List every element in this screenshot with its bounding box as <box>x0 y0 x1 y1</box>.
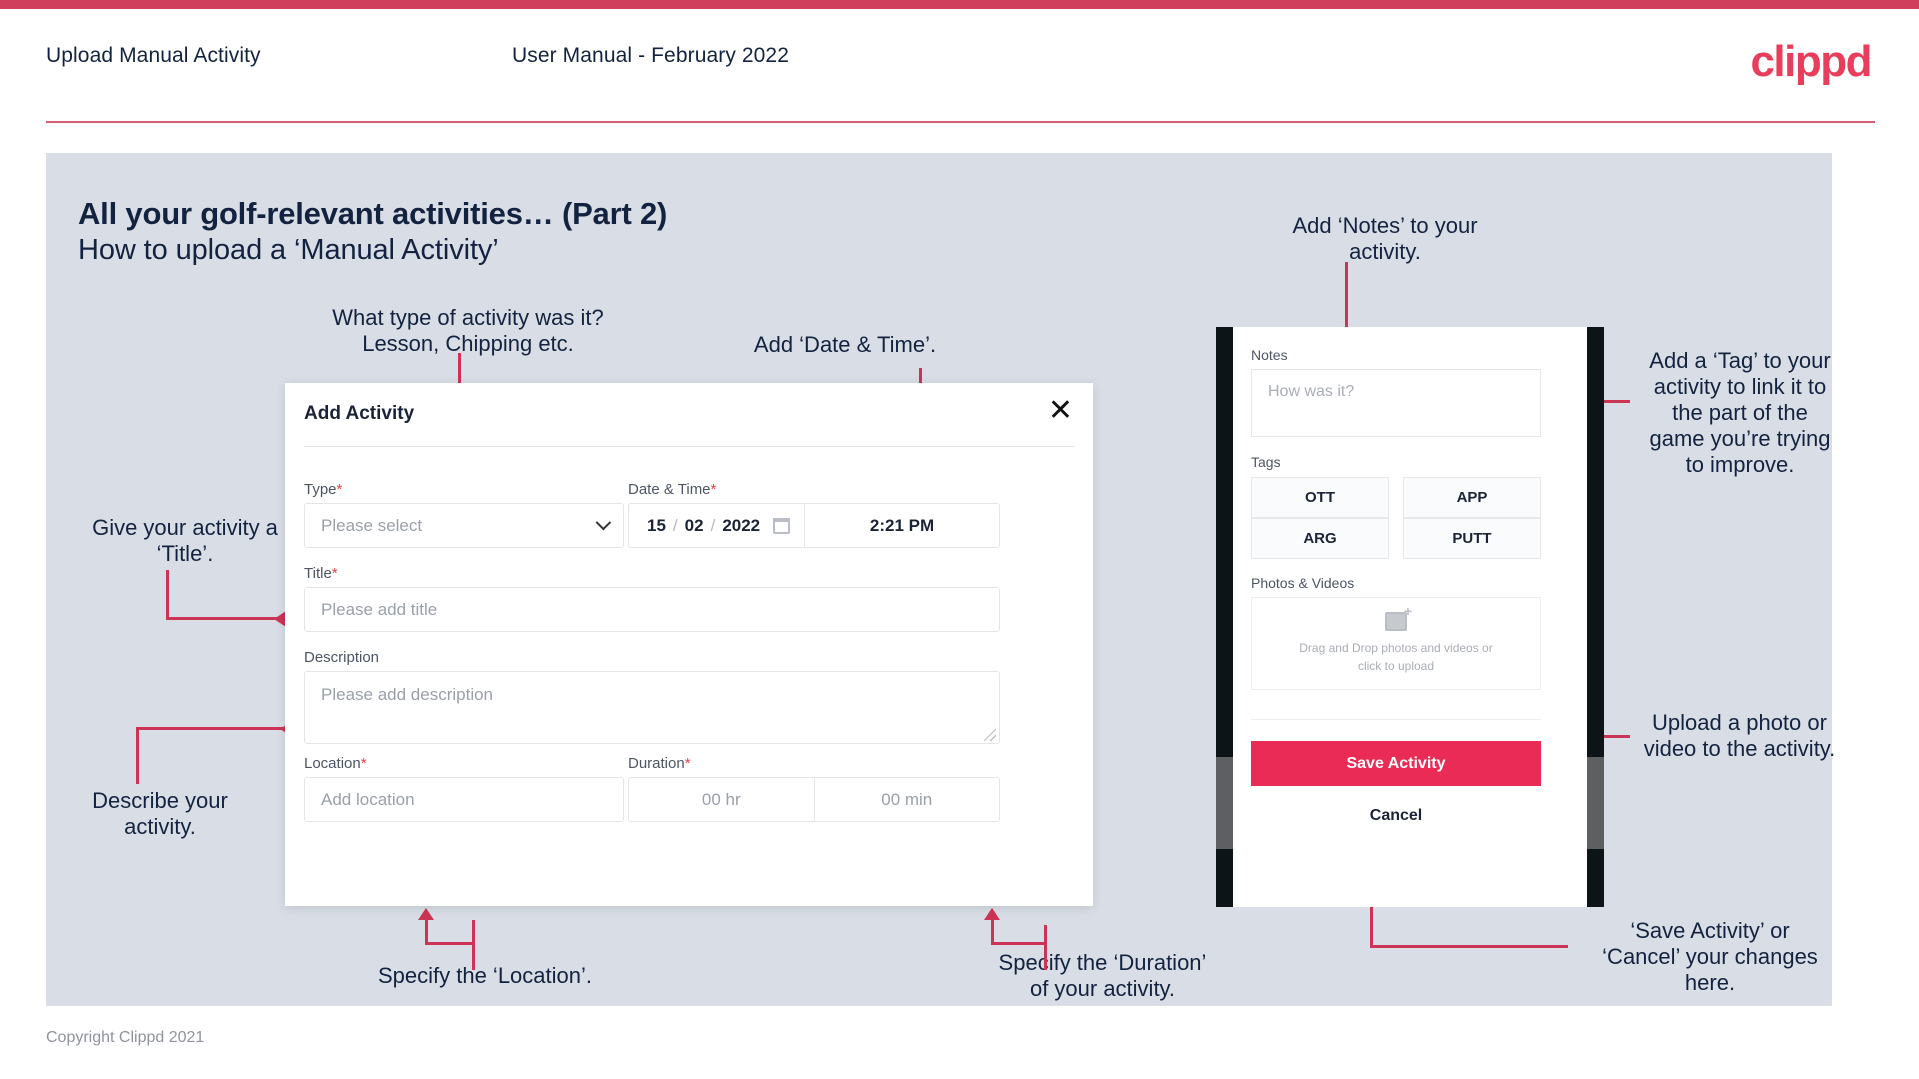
connector-title-v <box>166 570 169 620</box>
phone-divider <box>1251 719 1541 720</box>
annotation-save-cancel: ‘Save Activity’ or ‘Cancel’ your changes h… <box>1602 918 1818 995</box>
datetime-field[interactable]: 15 / 02 / 2022 2:21 PM <box>628 503 1000 548</box>
date-day: 15 <box>647 515 666 535</box>
description-textarea[interactable]: Please add description <box>304 671 1000 744</box>
description-label-text: Description <box>304 649 380 666</box>
connector-save-h <box>1370 945 1568 948</box>
dropzone-text: Drag and Drop photos and videos or click… <box>1299 640 1492 675</box>
dialog-header: Add Activity ✕ <box>285 383 1093 446</box>
slide-heading: All your golf-relevant activities… (Part… <box>78 196 668 231</box>
photos-label: Photos & Videos <box>1251 575 1355 591</box>
date-year: 2022 <box>722 515 761 535</box>
add-image-icon <box>1385 603 1412 632</box>
document-subtitle: User Manual - February 2022 <box>512 44 789 67</box>
duration-field[interactable]: 00 hr 00 min <box>628 777 1000 822</box>
tag-button-putt[interactable]: PUTT <box>1403 518 1541 559</box>
location-placeholder: Add location <box>321 789 415 809</box>
clippd-logo: clippd <box>1750 37 1872 86</box>
chevron-down-icon <box>595 514 612 530</box>
phone-frame-left-accent <box>1216 757 1233 849</box>
type-select[interactable]: Please select <box>304 503 624 548</box>
tag-button-app[interactable]: APP <box>1403 477 1541 518</box>
page-title: Upload Manual Activity <box>46 44 261 67</box>
annotation-datetime: Add ‘Date & Time’. <box>753 332 937 357</box>
notes-textarea[interactable]: How was it? <box>1251 369 1541 437</box>
connector-location-v <box>472 920 475 970</box>
date-sep-1: / <box>672 515 678 535</box>
time-input[interactable]: 2:21 PM <box>804 504 999 547</box>
type-select-value: Please select <box>321 515 423 535</box>
date-input[interactable]: 15 / 02 / 2022 <box>629 516 804 536</box>
datetime-required-star: * <box>710 481 717 498</box>
connector-title-h <box>166 617 278 620</box>
phone-screen: Notes How was it? Tags OTT APP ARG PUTT … <box>1233 327 1587 907</box>
location-required-star: * <box>360 755 367 772</box>
annotation-description: Describe your activity. <box>92 788 228 839</box>
notes-label: Notes <box>1251 347 1288 363</box>
connector-duration-h <box>991 942 1047 945</box>
title-label: Title* <box>304 565 338 582</box>
title-input[interactable]: Please add title <box>304 587 1000 632</box>
title-label-text: Title <box>304 565 332 582</box>
dropzone-line-2: click to upload <box>1357 658 1435 673</box>
duration-label: Duration* <box>628 755 691 772</box>
connector-location-h <box>425 942 475 945</box>
annotation-type: What type of activity was it? Lesson, Chi… <box>332 305 604 356</box>
resize-handle-icon[interactable] <box>984 729 996 741</box>
slide-page: Upload Manual Activity User Manual - Feb… <box>0 0 1919 1079</box>
date-month: 02 <box>684 515 704 535</box>
duration-label-text: Duration <box>628 755 685 772</box>
cancel-button[interactable]: Cancel <box>1251 807 1541 825</box>
save-activity-button[interactable]: Save Activity <box>1251 741 1541 786</box>
date-sep-2: / <box>710 515 716 535</box>
datetime-label: Date & Time* <box>628 481 716 498</box>
dialog-divider <box>304 446 1074 447</box>
duration-minutes-input[interactable]: 00 min <box>813 778 1000 821</box>
dialog-title: Add Activity <box>304 403 415 424</box>
annotation-notes: Add ‘Notes’ to your activity. <box>1292 213 1478 264</box>
description-placeholder: Please add description <box>321 685 494 704</box>
annotation-tags: Add a ‘Tag’ to your activity to link it t… <box>1649 348 1831 477</box>
connector-description-h <box>136 727 284 730</box>
add-activity-dialog: Add Activity ✕ Type* Please select Date … <box>285 383 1093 906</box>
connector-duration-v2 <box>991 920 994 944</box>
header-divider <box>46 121 1875 123</box>
connector-location-arrow <box>418 908 434 920</box>
annotation-photos: Upload a photo or video to the activity. <box>1643 710 1836 761</box>
description-label: Description <box>304 649 379 666</box>
photo-dropzone[interactable]: Drag and Drop photos and videos or click… <box>1251 597 1541 690</box>
title-required-star: * <box>331 565 338 582</box>
tag-button-arg[interactable]: ARG <box>1251 518 1389 559</box>
phone-mockup: Notes How was it? Tags OTT APP ARG PUTT … <box>1216 327 1604 907</box>
duration-hours-input[interactable]: 00 hr <box>629 778 814 821</box>
tags-label: Tags <box>1251 454 1281 470</box>
connector-description-v <box>136 727 139 784</box>
datetime-label-text: Date & Time <box>628 481 711 498</box>
location-label: Location* <box>304 755 367 772</box>
type-label-text: Type <box>304 481 337 498</box>
duration-required-star: * <box>684 755 691 772</box>
title-input-placeholder: Please add title <box>321 599 438 619</box>
location-input[interactable]: Add location <box>304 777 624 822</box>
connector-location-v2 <box>425 920 428 944</box>
location-label-text: Location <box>304 755 361 772</box>
calendar-icon[interactable] <box>773 517 791 534</box>
tag-button-ott[interactable]: OTT <box>1251 477 1389 518</box>
top-accent-bar <box>0 0 1919 9</box>
connector-duration-v <box>1044 925 1047 970</box>
phone-frame-right-accent <box>1587 757 1604 849</box>
slide-subheading: How to upload a ‘Manual Activity’ <box>78 234 499 266</box>
close-icon[interactable]: ✕ <box>1048 396 1073 426</box>
type-required-star: * <box>336 481 343 498</box>
notes-placeholder: How was it? <box>1268 383 1355 400</box>
type-label: Type* <box>304 481 342 498</box>
annotation-location: Specify the ‘Location’. <box>377 963 593 988</box>
dropzone-line-1: Drag and Drop photos and videos or <box>1299 641 1493 656</box>
footer-copyright: Copyright Clippd 2021 <box>46 1029 205 1046</box>
annotation-duration: Specify the ‘Duration’ of your activity. <box>998 950 1207 1001</box>
connector-duration-arrow <box>984 908 1000 920</box>
